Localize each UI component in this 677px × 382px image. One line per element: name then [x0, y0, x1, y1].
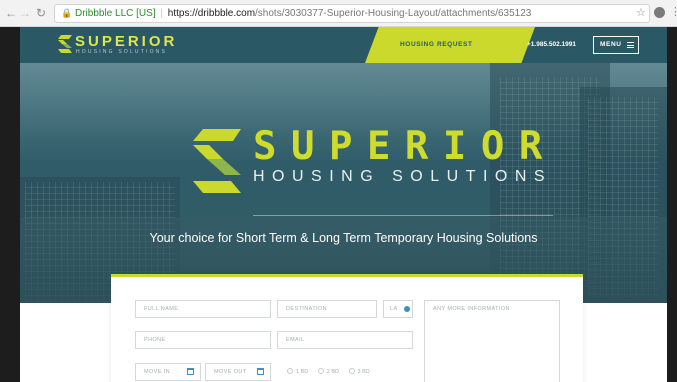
bedroom-option-3[interactable]: 3 BD — [348, 363, 370, 381]
site-navbar: SUPERIOR HOUSING SOLUTIONS HOUSING REQUE… — [20, 27, 667, 63]
phone-field[interactable]: PHONE — [135, 331, 271, 349]
bedroom-radio-group: 1 BD 2 BD 3 BD — [287, 363, 378, 381]
forward-arrow-icon[interactable]: → — [18, 6, 32, 20]
state-value: LA — [390, 306, 398, 312]
superior-large-logo-icon — [193, 129, 241, 193]
bookmark-star-icon[interactable]: ☆ — [636, 6, 646, 19]
radio-icon — [317, 368, 324, 374]
back-arrow-icon[interactable]: ← — [4, 6, 18, 20]
browser-toolbar: ← → ↻ 🔒 Dribbble LLC [US] | https://drib… — [0, 0, 677, 27]
move-in-label: MOVE IN — [144, 369, 171, 375]
hero-divider — [253, 215, 553, 216]
calendar-icon[interactable] — [257, 368, 264, 375]
secure-site-label: Dribbble LLC [US] — [75, 8, 156, 19]
housing-request-form: FULL NAME DESTINATION LA ANY MORE INFORM… — [111, 274, 583, 382]
window-right-edge — [667, 27, 677, 382]
hero-tagline: Your choice for Short Term & Long Term T… — [149, 231, 538, 245]
hamburger-icon — [627, 42, 634, 48]
menu-label: MENU — [600, 41, 622, 48]
web-page: SUPERIOR HOUSING SOLUTIONS HOUSING REQUE… — [20, 27, 667, 382]
superior-logo-icon[interactable] — [58, 35, 72, 53]
address-bar[interactable]: 🔒 Dribbble LLC [US] | https://dribbble.c… — [54, 4, 650, 23]
hero-section: SUPERIOR HOUSING SOLUTIONS HOUSING REQUE… — [20, 27, 667, 303]
extension-icon[interactable] — [654, 7, 665, 18]
hero-subtitle: HOUSING SOLUTIONS — [253, 168, 553, 185]
move-out-label: MOVE OUT — [214, 369, 247, 375]
dropdown-icon — [404, 306, 410, 312]
full-name-field[interactable]: FULL NAME — [135, 300, 271, 318]
phone-number-link[interactable]: +1.985.502.1991 — [527, 41, 576, 48]
email-field[interactable]: EMAIL — [277, 331, 413, 349]
more-information-textarea[interactable]: ANY MORE INFORMATION — [424, 300, 560, 382]
housing-request-link[interactable]: HOUSING REQUEST — [400, 41, 473, 48]
lock-icon: 🔒 — [61, 8, 73, 18]
move-out-date-field[interactable]: MOVE OUT — [205, 363, 271, 381]
menu-button[interactable]: MENU — [593, 36, 639, 54]
url-path: /shots/3030377-Superior-Housing-Layout/a… — [255, 8, 532, 19]
destination-field[interactable]: DESTINATION — [277, 300, 377, 318]
more-menu-icon[interactable]: ⋮ — [670, 5, 677, 18]
window-left-edge — [0, 27, 20, 382]
logo-subtitle: HOUSING SOLUTIONS — [76, 49, 168, 55]
bedroom-option-2[interactable]: 2 BD — [317, 363, 339, 381]
hero-title: SUPERIOR — [253, 124, 557, 169]
radio-icon — [287, 368, 293, 374]
calendar-icon[interactable] — [187, 368, 194, 375]
radio-icon — [348, 368, 355, 374]
logo-wordmark[interactable]: SUPERIOR — [75, 33, 177, 50]
move-in-date-field[interactable]: MOVE IN — [135, 363, 201, 381]
bedroom-option-1[interactable]: 1 BD — [287, 363, 308, 381]
reload-icon[interactable]: ↻ — [34, 6, 48, 20]
url-host: https://dribbble.com — [167, 8, 256, 19]
state-select[interactable]: LA — [383, 300, 413, 318]
